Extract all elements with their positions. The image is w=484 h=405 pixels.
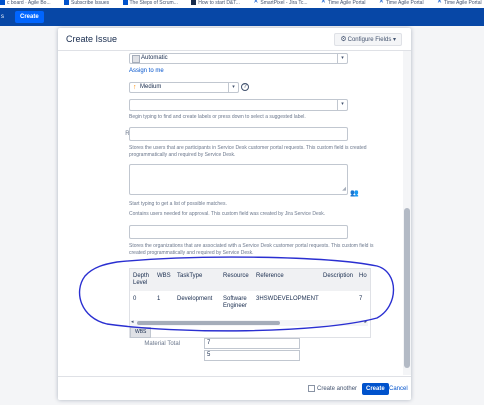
bookmark[interactable]: c board · Agile Bo...: [0, 0, 51, 7]
bookmark-icon: [0, 0, 5, 6]
bookmark-icon: [122, 0, 128, 6]
bookmark[interactable]: ✕ Time Agile Portal: [437, 0, 482, 7]
table-cell[interactable]: 1: [157, 296, 160, 303]
column-header[interactable]: Depth Level: [133, 273, 151, 287]
assignee-value: Automatic: [141, 55, 168, 61]
scrollbar-thumb[interactable]: [137, 321, 280, 325]
bookmark-icon: ✕: [320, 0, 326, 6]
bookmark-icon: ✕: [436, 0, 442, 6]
wbs-grid[interactable]: Depth Level WBS TaskType Resource Refere…: [129, 268, 371, 338]
bookmark-icon: [64, 0, 70, 6]
approvers-textarea[interactable]: ◢: [129, 164, 348, 195]
bookmark[interactable]: The Steps of Scrum...: [122, 0, 178, 7]
material-total-label: Material Total: [144, 341, 180, 347]
table-cell[interactable]: 7: [359, 296, 362, 303]
bookmark[interactable]: ✕ Time Agile Portal: [321, 0, 366, 7]
wbs-grid-header: Depth Level WBS TaskType Resource Refere…: [130, 269, 370, 291]
chevron-down-icon: ▾: [337, 100, 347, 110]
submit-create-button[interactable]: Create: [362, 383, 389, 395]
approvers-hint-2: Contains users needed for approval. This…: [129, 211, 326, 217]
labels-hint: Begin typing to find and create labels o…: [129, 114, 306, 120]
dialog-footer: Create another Create Cancel: [58, 376, 411, 400]
bookmarks-bar: c board · Agile Bo... Subscribe Issues T…: [0, 0, 484, 8]
wbs-sheet-tab[interactable]: WBS: [130, 327, 152, 338]
organizations-hint: Stores the organizations that are associ…: [129, 243, 374, 256]
create-another-label: Create another: [317, 386, 358, 393]
approvers-hint-1: Start typing to get a list of possible m…: [129, 201, 227, 207]
column-header[interactable]: Description: [323, 273, 353, 280]
table-cell[interactable]: 3HSWDEVELOPMENT: [256, 296, 319, 303]
table-cell[interactable]: Development: [177, 296, 212, 303]
gear-icon: ⚙: [340, 36, 347, 43]
column-header[interactable]: Reference: [256, 273, 284, 280]
request-participants-input[interactable]: [129, 127, 348, 141]
dialog-title: Create Issue: [66, 34, 118, 44]
user-picker-icon[interactable]: 👥: [350, 189, 359, 197]
nav-fragment-icon[interactable]: s: [1, 12, 4, 22]
table-cell[interactable]: Software Engineer: [223, 296, 253, 310]
request-participants-hint: Stores the users that are participants i…: [129, 145, 367, 158]
column-header[interactable]: TaskType: [177, 273, 202, 280]
configure-fields-label: Configure Fields: [347, 37, 392, 43]
table-cell[interactable]: 0: [133, 296, 136, 303]
priority-arrow-icon: ↑: [133, 84, 137, 91]
column-header[interactable]: WBS: [157, 273, 171, 280]
bookmark-icon: ✕: [253, 0, 259, 6]
bookmark[interactable]: Subscribe Issues: [64, 0, 109, 7]
material-total-field[interactable]: 7: [204, 338, 300, 349]
create-button[interactable]: Create: [15, 11, 44, 23]
bookmark-icon: [191, 0, 197, 6]
organizations-input[interactable]: [129, 225, 348, 239]
create-issue-dialog: Create Issue ⚙Configure Fields ▾ Assigne…: [58, 28, 411, 400]
column-header[interactable]: Resource: [223, 273, 249, 280]
bookmark-icon: ✕: [378, 0, 384, 6]
chevron-down-icon: ▾: [228, 83, 238, 92]
scroll-left-icon[interactable]: ◂: [131, 319, 134, 325]
wbs-horizontal-scrollbar[interactable]: ◂ ▸: [130, 319, 368, 326]
cancel-link[interactable]: Cancel: [389, 386, 408, 392]
avatar: [132, 55, 140, 63]
dialog-body[interactable]: Assignee Automatic ▾ Assign to me Priori…: [58, 51, 403, 375]
priority-select[interactable]: ↑ Medium ▾: [129, 82, 239, 93]
labels-input[interactable]: ▾: [129, 99, 348, 111]
number-field[interactable]: 5: [204, 350, 300, 361]
top-navigation: s Create: [0, 8, 484, 26]
configure-fields-button[interactable]: ⚙Configure Fields ▾: [334, 33, 402, 46]
dialog-scrollbar-thumb[interactable]: [404, 208, 410, 368]
assignee-select[interactable]: Automatic ▾: [129, 53, 348, 64]
checkbox-icon: [308, 385, 315, 392]
priority-value: Medium: [140, 84, 162, 90]
bookmark[interactable]: ✕ Time Agile Portal: [379, 0, 424, 7]
column-header[interactable]: Ho: [359, 273, 367, 280]
dialog-header: Create Issue ⚙Configure Fields ▾: [58, 28, 411, 51]
bookmark[interactable]: ✕ SmartPixel - Jira Tc...: [253, 0, 307, 7]
assign-to-me-link[interactable]: Assign to me: [129, 68, 164, 74]
resize-handle-icon[interactable]: ◢: [342, 185, 346, 194]
chevron-down-icon: ▾: [337, 54, 347, 63]
bookmark[interactable]: How to start D&T...: [191, 0, 240, 7]
scroll-right-icon[interactable]: ▸: [364, 319, 367, 325]
help-icon[interactable]: ?: [241, 83, 249, 91]
chevron-down-icon: ▾: [392, 37, 396, 43]
create-another-checkbox[interactable]: Create another: [308, 385, 357, 392]
